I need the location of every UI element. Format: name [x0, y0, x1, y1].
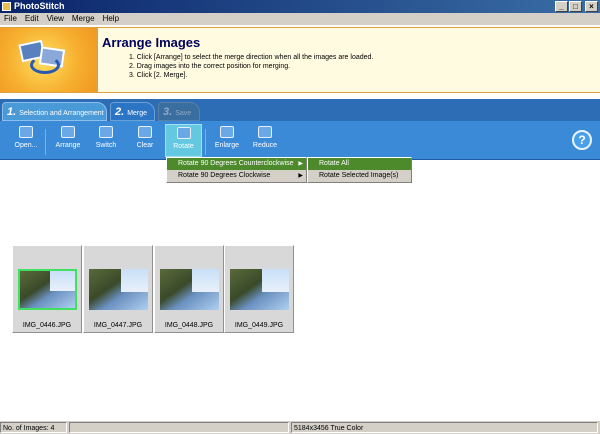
- switch-icon: [99, 126, 113, 138]
- image-info: 5184x3456 True Color: [291, 422, 598, 433]
- tab-label: Save: [175, 110, 192, 117]
- maximize-button[interactable]: □: [569, 1, 582, 12]
- thumbnail-filename: IMG_0448.JPG: [164, 322, 214, 329]
- minimize-button[interactable]: _: [555, 1, 568, 12]
- help-button[interactable]: ?: [572, 130, 592, 150]
- instruction-step: 2. Drag images into the correct position…: [129, 63, 291, 70]
- menu-view[interactable]: View: [43, 13, 68, 25]
- clear-icon: [138, 126, 152, 138]
- image-thumbnail[interactable]: IMG_0449.JPG: [224, 245, 294, 333]
- reduce-label: Reduce: [252, 142, 278, 149]
- tab-label: Merge: [127, 110, 148, 117]
- menu-item-label: Rotate 90 Degrees Clockwise: [178, 172, 271, 179]
- rotate-menu: Rotate 90 Degrees Counterclockwise ▶ Rot…: [166, 157, 307, 183]
- menu-merge[interactable]: Merge: [68, 13, 99, 25]
- enlarge-label: Enlarge: [214, 142, 240, 149]
- rotate-cw-item[interactable]: Rotate 90 Degrees Clockwise ▶: [167, 170, 306, 182]
- tab-number: 3.: [163, 106, 173, 118]
- image-count: No. of Images: 4: [0, 422, 67, 433]
- window-controls: _ □ ×: [555, 1, 598, 12]
- tab-number: 1.: [7, 106, 17, 118]
- toolbar-divider: [205, 129, 206, 155]
- tab-save: 3. Save: [158, 102, 200, 121]
- page-title: Arrange Images: [102, 35, 201, 50]
- instruction-step: 1. Click [Arrange] to select the merge d…: [129, 54, 374, 61]
- title-bar: PhotoStitch _ □ ×: [0, 0, 600, 13]
- image-thumbnail[interactable]: IMG_0447.JPG: [83, 245, 153, 333]
- arrange-icon: [61, 126, 75, 138]
- thumbnail-image: [89, 269, 148, 310]
- arrange-label: Arrange: [55, 142, 81, 149]
- image-thumbnail[interactable]: IMG_0446.JPG: [12, 245, 82, 333]
- open-icon: [19, 126, 33, 138]
- thumbnail-filename: IMG_0446.JPG: [22, 322, 72, 329]
- tab-number: 2.: [115, 106, 125, 118]
- photostitch-logo: [0, 28, 96, 92]
- submenu-arrow-icon: ▶: [298, 173, 303, 179]
- rotate-selected-item[interactable]: Rotate Selected Image(s): [308, 170, 411, 182]
- open-button[interactable]: Open...: [8, 124, 44, 157]
- status-empty: [69, 422, 289, 433]
- menu-file[interactable]: File: [0, 13, 21, 25]
- thumbnail-image: [230, 269, 289, 310]
- close-button[interactable]: ×: [585, 1, 598, 12]
- app-icon: [2, 2, 11, 11]
- thumbnail-filename: IMG_0447.JPG: [93, 322, 143, 329]
- menu-edit[interactable]: Edit: [21, 13, 43, 25]
- switch-button[interactable]: Switch: [88, 124, 124, 157]
- submenu-arrow-icon: ▶: [298, 161, 303, 167]
- instruction-step: 3. Click [2. Merge].: [129, 72, 188, 79]
- menu-item-label: Rotate 90 Degrees Counterclockwise: [178, 160, 294, 167]
- thumbnail-filename: IMG_0449.JPG: [234, 322, 284, 329]
- tab-selection-arrangement[interactable]: 1. Selection and Arrangement: [2, 102, 107, 121]
- rotate-icon: [176, 127, 191, 139]
- tab-label: Selection and Arrangement: [19, 110, 104, 117]
- rotate-button[interactable]: Rotate: [165, 124, 202, 157]
- enlarge-button[interactable]: Enlarge: [209, 124, 245, 157]
- clear-label: Clear: [136, 142, 154, 149]
- rotate-ccw-item[interactable]: Rotate 90 Degrees Counterclockwise ▶: [167, 158, 306, 170]
- arrange-button[interactable]: Arrange: [50, 124, 86, 157]
- menu-bar: File Edit View Merge Help: [0, 13, 600, 25]
- reduce-button[interactable]: Reduce: [247, 124, 283, 157]
- window-title: PhotoStitch: [14, 1, 65, 11]
- image-thumbnail[interactable]: IMG_0448.JPG: [154, 245, 224, 333]
- zoom-in-icon: [220, 126, 234, 138]
- open-label: Open...: [14, 142, 38, 149]
- toolbar: Open... Arrange Switch Clear Rotate Enla…: [0, 121, 600, 160]
- instruction-steps: 1. Click [Arrange] to select the merge d…: [102, 53, 600, 80]
- thumbnail-image: [18, 269, 77, 310]
- clear-button[interactable]: Clear: [127, 124, 163, 157]
- zoom-out-icon: [258, 126, 272, 138]
- switch-label: Switch: [95, 142, 117, 149]
- menu-help[interactable]: Help: [99, 13, 123, 25]
- tab-merge[interactable]: 2. Merge: [110, 102, 155, 121]
- tab-strip: 1. Selection and Arrangement 2. Merge 3. Sa…: [0, 99, 600, 121]
- rotate-all-item[interactable]: Rotate All: [308, 158, 411, 170]
- rotate-submenu: Rotate All Rotate Selected Image(s): [307, 157, 412, 183]
- rotate-label: Rotate: [173, 143, 194, 150]
- thumbnail-image: [160, 269, 219, 310]
- instruction-banner: Arrange Images 1. Click [Arrange] to sel…: [0, 27, 600, 93]
- toolbar-divider: [45, 129, 46, 155]
- banner-text: Arrange Images 1. Click [Arrange] to sel…: [96, 28, 600, 92]
- merge-arrow-icon: [30, 56, 60, 74]
- status-bar: No. of Images: 4 5184x3456 True Color: [0, 421, 600, 434]
